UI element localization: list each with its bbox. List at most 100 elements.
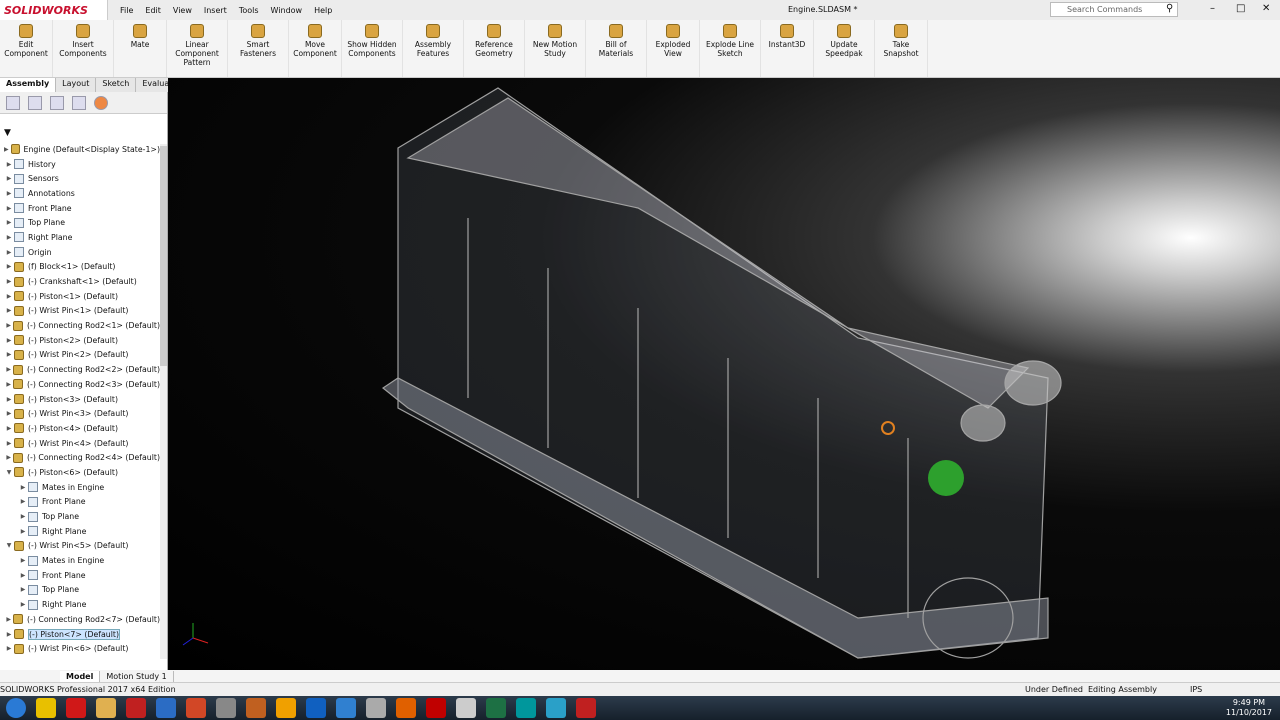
taskbar-app-icon[interactable] [216, 698, 236, 718]
tree-item[interactable]: ▶ Annotations [0, 186, 160, 201]
menu-help[interactable]: Help [308, 6, 338, 15]
tab-model[interactable]: Model [60, 670, 101, 682]
reference-geometry-button[interactable]: Reference Geometry [464, 20, 525, 77]
tree-item[interactable]: ▶ Front Plane [0, 201, 160, 216]
engine-model[interactable] [168, 78, 1280, 670]
collapse-arrow-icon[interactable]: ▼ [4, 542, 14, 549]
property-manager-icon[interactable] [28, 96, 42, 110]
search-icon[interactable]: ⚲ [1166, 3, 1173, 14]
display-manager-icon[interactable] [94, 96, 108, 110]
new-motion-study-button[interactable]: New Motion Study [525, 20, 586, 77]
menu-view[interactable]: View [167, 6, 198, 15]
taskbar-app-icon[interactable] [546, 698, 566, 718]
expand-arrow-icon[interactable]: ▶ [4, 351, 14, 358]
explode-line-sketch-button[interactable]: Explode Line Sketch [700, 20, 761, 77]
tree-item[interactable]: ▶ Origin [0, 245, 160, 260]
expand-arrow-icon[interactable]: ▶ [4, 190, 14, 197]
tree-item[interactable]: ▶ Front Plane [0, 568, 160, 583]
show-hidden-components-button[interactable]: Show Hidden Components [342, 20, 403, 77]
tab-sketch[interactable]: Sketch [96, 78, 137, 92]
expand-arrow-icon[interactable]: ▶ [4, 293, 14, 300]
expand-arrow-icon[interactable]: ▶ [4, 631, 14, 638]
expand-arrow-icon[interactable]: ▶ [4, 307, 14, 314]
search-commands-input[interactable]: Search Commands [1050, 2, 1178, 17]
tree-item[interactable]: ▶ (-) Connecting Rod2<1> (Default) [0, 318, 160, 333]
expand-arrow-icon[interactable]: ▶ [4, 440, 14, 447]
expand-arrow-icon[interactable]: ▶ [4, 425, 14, 432]
expand-arrow-icon[interactable]: ▶ [18, 513, 28, 520]
tree-item[interactable]: ▶ (-) Crankshaft<1> (Default) [0, 274, 160, 289]
tree-item[interactable]: ▶ (-) Wrist Pin<2> (Default) [0, 348, 160, 363]
close-icon[interactable]: ✕ [1262, 3, 1270, 14]
tree-item[interactable]: ▶ (-) Piston<3> (Default) [0, 392, 160, 407]
expand-arrow-icon[interactable]: ▶ [4, 381, 13, 388]
expand-arrow-icon[interactable]: ▶ [18, 528, 28, 535]
tree-item[interactable]: ▶ (-) Wrist Pin<3> (Default) [0, 406, 160, 421]
tree-item[interactable]: ▶ Mates in Engine [0, 553, 160, 568]
graphics-viewport[interactable] [168, 78, 1280, 670]
taskbar-app-icon[interactable] [396, 698, 416, 718]
taskbar-app-icon[interactable] [426, 698, 446, 718]
expand-arrow-icon[interactable]: ▶ [18, 601, 28, 608]
tree-item[interactable]: ▶ Mates in Engine [0, 480, 160, 495]
tree-item[interactable]: ▶ (-) Piston<1> (Default) [0, 289, 160, 304]
tree-item[interactable]: ▶ (-) Connecting Rod2<7> (Default) [0, 612, 160, 627]
taskbar-app-icon[interactable] [576, 698, 596, 718]
taskbar-app-icon[interactable] [336, 698, 356, 718]
smart-fasteners-button[interactable]: Smart Fasteners [228, 20, 289, 77]
tree-item[interactable]: ▼ (-) Wrist Pin<5> (Default) [0, 539, 160, 554]
taskbar-app-icon[interactable] [36, 698, 56, 718]
minimize-icon[interactable]: – [1210, 3, 1215, 14]
tree-item[interactable]: ▶ (-) Piston<2> (Default) [0, 333, 160, 348]
menu-file[interactable]: File [114, 6, 139, 15]
insert-components-button[interactable]: Insert Components [53, 20, 114, 77]
menu-insert[interactable]: Insert [198, 6, 233, 15]
edit-component-button[interactable]: Edit Component [0, 20, 53, 77]
expand-arrow-icon[interactable]: ▶ [4, 337, 14, 344]
taskbar-app-icon[interactable] [456, 698, 476, 718]
expand-arrow-icon[interactable]: ▶ [4, 366, 13, 373]
expand-arrow-icon[interactable]: ▶ [2, 146, 11, 153]
instant3d-button[interactable]: Instant3D [761, 20, 814, 77]
taskbar-app-icon[interactable] [516, 698, 536, 718]
taskbar-app-icon[interactable] [126, 698, 146, 718]
tree-item[interactable]: ▶ (-) Piston<7> (Default) [0, 627, 160, 642]
expand-arrow-icon[interactable]: ▶ [4, 263, 14, 270]
expand-arrow-icon[interactable]: ▶ [4, 322, 13, 329]
tree-item[interactable]: ▶ (-) Piston<4> (Default) [0, 421, 160, 436]
tree-item[interactable]: ▶ Sensors [0, 171, 160, 186]
mate-button[interactable]: Mate [114, 20, 167, 77]
tab-assembly[interactable]: Assembly [0, 78, 57, 92]
start-button[interactable] [6, 698, 26, 718]
expand-arrow-icon[interactable]: ▶ [4, 161, 14, 168]
take-snapshot-button[interactable]: Take Snapshot [875, 20, 928, 77]
expand-arrow-icon[interactable]: ▶ [4, 396, 14, 403]
expand-arrow-icon[interactable]: ▶ [4, 219, 14, 226]
units-selector[interactable]: IPS [1190, 685, 1202, 694]
tree-item[interactable]: ▶ (-) Wrist Pin<1> (Default) [0, 304, 160, 319]
filter-icon[interactable]: ▼ [4, 128, 11, 138]
expand-arrow-icon[interactable]: ▶ [18, 498, 28, 505]
tab-motion-study-1[interactable]: Motion Study 1 [100, 670, 174, 682]
menu-window[interactable]: Window [265, 6, 309, 15]
expand-arrow-icon[interactable]: ▶ [4, 454, 13, 461]
tree-item[interactable]: ▶ Top Plane [0, 509, 160, 524]
taskbar-app-icon[interactable] [186, 698, 206, 718]
taskbar-app-icon[interactable] [96, 698, 116, 718]
feature-manager-icon[interactable] [6, 96, 20, 110]
configuration-manager-icon[interactable] [50, 96, 64, 110]
expand-arrow-icon[interactable]: ▶ [4, 249, 14, 256]
tree-item[interactable]: ▶ Front Plane [0, 495, 160, 510]
dimxpert-icon[interactable] [72, 96, 86, 110]
assembly-features-button[interactable]: Assembly Features [403, 20, 464, 77]
tree-item[interactable]: ▶ Top Plane [0, 215, 160, 230]
taskbar-app-icon[interactable] [246, 698, 266, 718]
expand-arrow-icon[interactable]: ▶ [18, 557, 28, 564]
expand-arrow-icon[interactable]: ▶ [4, 205, 14, 212]
expand-arrow-icon[interactable]: ▶ [4, 616, 13, 623]
update-speedpak-button[interactable]: Update Speedpak [814, 20, 875, 77]
taskbar-app-icon[interactable] [486, 698, 506, 718]
system-clock[interactable]: 9:49 PM 11/10/2017 [1226, 698, 1272, 718]
linear-component-pattern-button[interactable]: Linear Component Pattern [167, 20, 228, 77]
exploded-view-button[interactable]: Exploded View [647, 20, 700, 77]
